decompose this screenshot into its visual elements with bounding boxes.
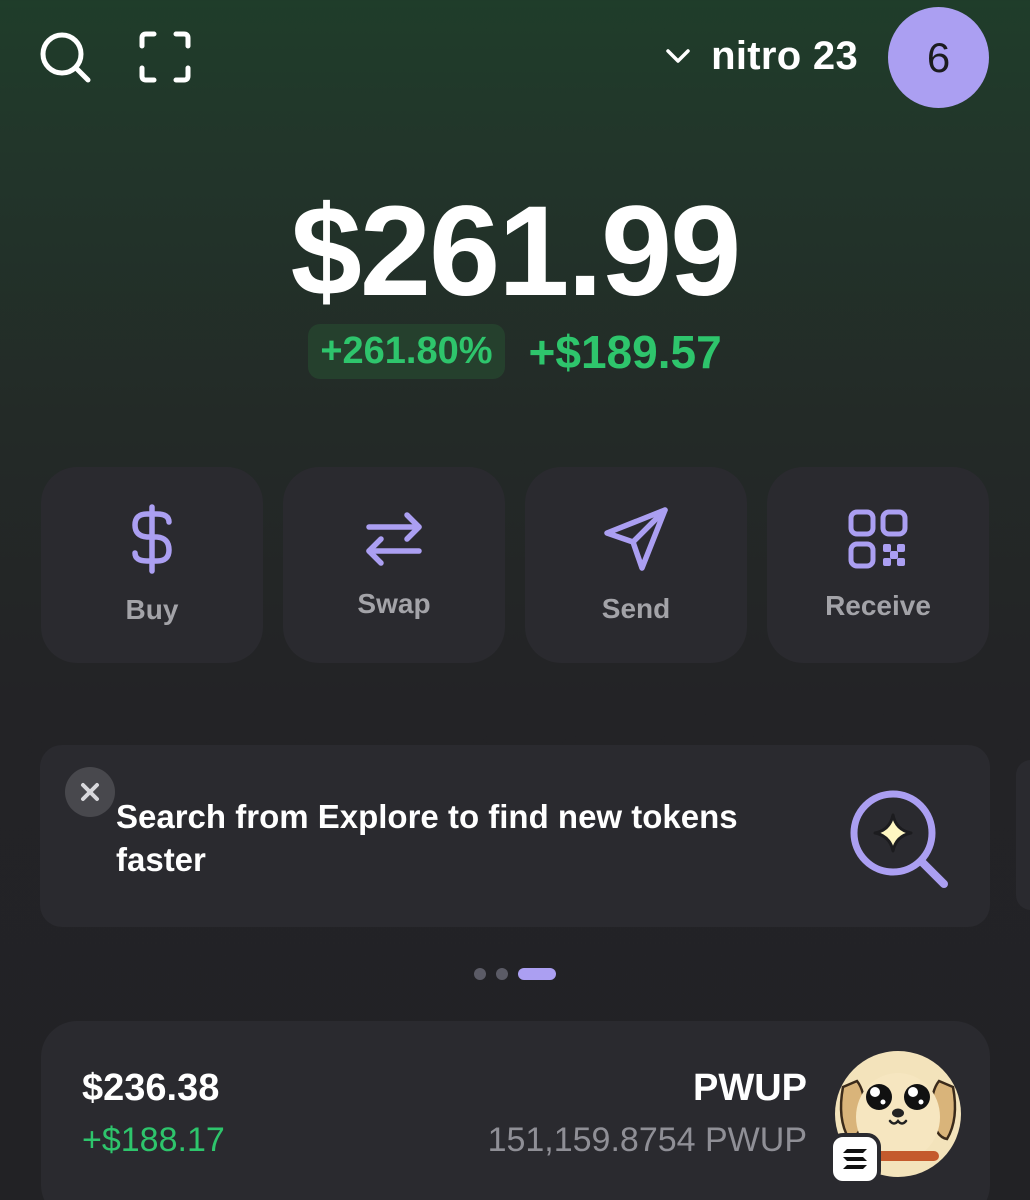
send-button[interactable]: Send	[525, 467, 747, 663]
swap-arrows-icon	[366, 512, 422, 566]
send-label: Send	[601, 593, 671, 624]
carousel-dots	[474, 968, 556, 980]
carousel-dot-active[interactable]	[518, 968, 556, 980]
chevron-down-icon	[666, 49, 690, 63]
portfolio-balance: $261.99	[290, 180, 742, 323]
solana-icon	[829, 1133, 881, 1185]
carousel-dot[interactable]	[496, 968, 508, 980]
token-symbol: PWUP	[693, 1067, 807, 1109]
carousel-dot[interactable]	[474, 968, 486, 980]
send-icon	[604, 507, 668, 571]
next-banner-peek[interactable]	[1016, 760, 1030, 910]
portfolio-change: +261.80% +$189.57	[0, 324, 1030, 379]
qr-code-icon	[848, 509, 908, 569]
search-icon[interactable]	[36, 28, 94, 86]
avatar[interactable]: 6	[888, 7, 989, 108]
account-name: nitro 23	[711, 33, 858, 78]
token-change: +$188.17	[82, 1121, 225, 1159]
receive-button[interactable]: Receive	[767, 467, 989, 663]
explore-banner[interactable]: Search from Explore to find new tokens f…	[40, 745, 990, 927]
sparkle-search-icon	[850, 790, 948, 888]
token-amount: 151,159.8754 PWUP	[487, 1121, 807, 1159]
change-percent-badge: +261.80%	[308, 324, 505, 379]
top-bar: nitro 23 6	[0, 0, 1030, 115]
receive-label: Receive	[825, 590, 931, 621]
swap-label: Swap	[357, 588, 431, 619]
buy-button[interactable]: Buy	[41, 467, 263, 663]
change-amount: +$189.57	[528, 325, 722, 378]
close-icon[interactable]	[65, 767, 115, 817]
token-value: $236.38	[82, 1067, 220, 1109]
swap-button[interactable]: Swap	[283, 467, 505, 663]
scan-icon[interactable]	[136, 28, 194, 86]
buy-label: Buy	[125, 594, 179, 625]
action-buttons: Buy Swap Send Receive	[41, 467, 989, 663]
banner-text: Search from Explore to find new tokens f…	[116, 798, 738, 878]
account-switcher[interactable]: nitro 23	[665, 30, 858, 82]
token-row[interactable]: $236.38 +$188.17 PWUP 151,159.8754 PWUP	[41, 1021, 990, 1200]
dollar-icon	[132, 504, 172, 574]
